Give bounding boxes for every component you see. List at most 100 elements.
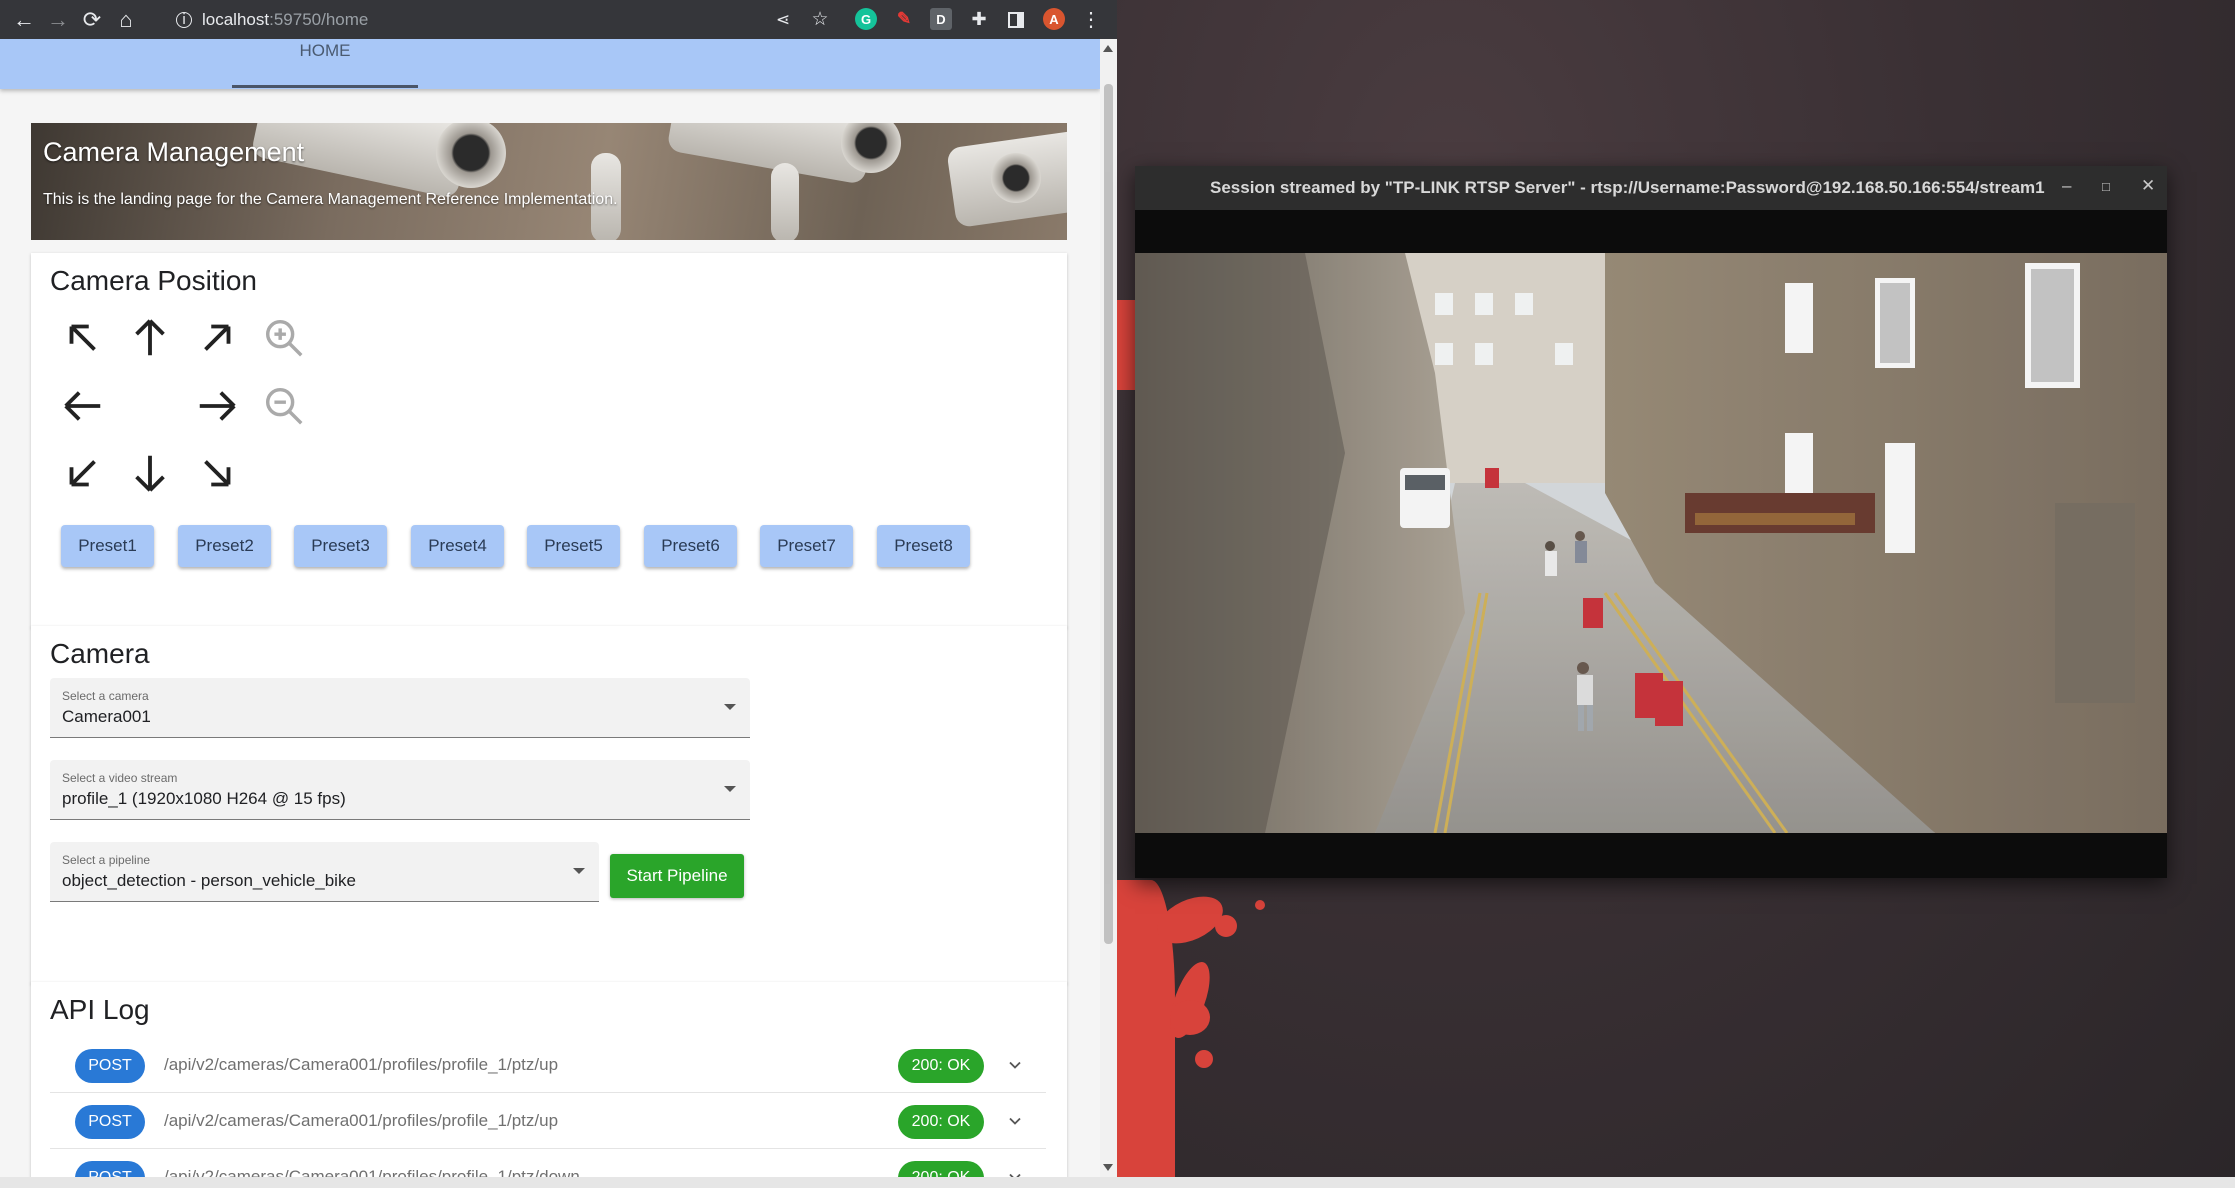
grammarly-icon[interactable]: G bbox=[855, 8, 877, 30]
log-entry[interactable]: POST /api/v2/cameras/Camera001/profiles/… bbox=[50, 1037, 1046, 1093]
camera-select-value: Camera001 bbox=[62, 707, 151, 726]
chevron-down-icon bbox=[573, 868, 585, 874]
log-entry[interactable]: POST /api/v2/cameras/Camera001/profiles/… bbox=[50, 1093, 1046, 1149]
share-icon[interactable]: ⋖ bbox=[766, 3, 800, 37]
pan-up-left-button[interactable] bbox=[58, 313, 108, 363]
pan-down-right-button[interactable] bbox=[192, 448, 242, 498]
browser-toolbar: ← → ⟳ ⌂ i localhost:59750/home ⋖ ☆ G ✎ D… bbox=[0, 0, 1117, 39]
url-path: :59750/home bbox=[269, 9, 369, 29]
active-tab-indicator bbox=[232, 85, 418, 88]
arrow-up-right-icon bbox=[204, 324, 231, 351]
pan-right-button[interactable] bbox=[192, 381, 242, 431]
pan-left-button[interactable] bbox=[58, 381, 108, 431]
street-scene-image bbox=[1135, 253, 2167, 833]
pipeline-select[interactable]: Select a pipeline object_detection - per… bbox=[50, 842, 599, 902]
side-panel-icon[interactable] bbox=[999, 3, 1033, 37]
tilt-up-button[interactable] bbox=[125, 313, 175, 363]
camera-position-title: Camera Position bbox=[50, 265, 257, 296]
expand-chevron-icon[interactable] bbox=[1005, 1111, 1025, 1131]
camera-select-label: Select a camera bbox=[62, 689, 149, 703]
start-pipeline-button[interactable]: Start Pipeline bbox=[610, 854, 744, 898]
camera-title: Camera bbox=[50, 638, 150, 669]
extensions-puzzle-icon[interactable]: ✚ bbox=[962, 3, 996, 37]
preset2-button[interactable]: Preset2 bbox=[178, 525, 271, 567]
arrow-down-right-icon bbox=[204, 460, 231, 487]
preset4-button[interactable]: Preset4 bbox=[411, 525, 504, 567]
status-badge: 200: OK bbox=[898, 1161, 984, 1177]
video-stream-select[interactable]: Select a video stream profile_1 (1920x10… bbox=[50, 760, 750, 820]
method-badge: POST bbox=[75, 1049, 145, 1083]
expand-chevron-icon[interactable] bbox=[1005, 1167, 1025, 1177]
preset8-button[interactable]: Preset8 bbox=[877, 525, 970, 567]
tilt-down-button[interactable] bbox=[125, 448, 175, 498]
arrow-up-icon bbox=[135, 319, 165, 356]
preset5-button[interactable]: Preset5 bbox=[527, 525, 620, 567]
zoom-out-button[interactable] bbox=[259, 381, 309, 431]
taskbar bbox=[0, 1177, 2235, 1188]
api-log-title: API Log bbox=[50, 994, 150, 1025]
preset6-button[interactable]: Preset6 bbox=[644, 525, 737, 567]
pan-down-left-button[interactable] bbox=[58, 448, 108, 498]
expand-chevron-icon[interactable] bbox=[1005, 1055, 1025, 1075]
browser-window: ← → ⟳ ⌂ i localhost:59750/home ⋖ ☆ G ✎ D… bbox=[0, 0, 1117, 1177]
stream-window-titlebar[interactable]: Session streamed by "TP-LINK RTSP Server… bbox=[1135, 166, 2167, 210]
close-icon[interactable]: ✕ bbox=[2141, 176, 2155, 196]
tab-home-label: HOME bbox=[299, 41, 351, 60]
video-stream-select-value: profile_1 (1920x1080 H264 @ 15 fps) bbox=[62, 789, 346, 808]
back-icon[interactable]: ← bbox=[7, 3, 41, 37]
profile-avatar[interactable]: A bbox=[1043, 8, 1065, 30]
address-bar[interactable]: i localhost:59750/home bbox=[162, 4, 862, 35]
pipeline-select-label: Select a pipeline bbox=[62, 853, 151, 867]
log-entry[interactable]: POST /api/v2/cameras/Camera001/profiles/… bbox=[50, 1149, 1046, 1177]
arrow-down-left-icon bbox=[69, 460, 96, 487]
chevron-down-icon bbox=[724, 786, 736, 792]
scroll-down-arrow[interactable] bbox=[1103, 1164, 1113, 1171]
video-stream-window: Session streamed by "TP-LINK RTSP Server… bbox=[1135, 166, 2167, 878]
status-badge: 200: OK bbox=[898, 1049, 984, 1083]
site-info-icon[interactable]: i bbox=[176, 11, 192, 28]
method-badge: POST bbox=[75, 1105, 145, 1139]
chevron-down-icon bbox=[724, 704, 736, 710]
video-stream-select-label: Select a video stream bbox=[62, 771, 178, 785]
stream-window-title: Session streamed by "TP-LINK RTSP Server… bbox=[1210, 178, 2045, 197]
status-badge: 200: OK bbox=[898, 1105, 984, 1139]
camera-select[interactable]: Select a camera Camera001 bbox=[50, 678, 750, 738]
url-host: localhost bbox=[202, 9, 270, 29]
pan-up-right-button[interactable] bbox=[192, 313, 242, 363]
bookmark-star-icon[interactable]: ☆ bbox=[803, 3, 837, 37]
arrow-up-left-icon bbox=[69, 324, 96, 351]
maximize-icon[interactable]: □ bbox=[2102, 179, 2110, 194]
zoom-out-icon bbox=[265, 387, 303, 425]
page-title: Camera Management bbox=[43, 137, 305, 167]
preset7-button[interactable]: Preset7 bbox=[760, 525, 853, 567]
scrollbar-thumb[interactable] bbox=[1104, 84, 1113, 944]
page-scrollbar[interactable] bbox=[1100, 39, 1117, 1177]
pipeline-select-value: object_detection - person_vehicle_bike bbox=[62, 871, 356, 890]
preset3-button[interactable]: Preset3 bbox=[294, 525, 387, 567]
method-badge: POST bbox=[75, 1161, 145, 1177]
log-path: /api/v2/cameras/Camera001/profiles/profi… bbox=[164, 1111, 559, 1130]
arrow-down-icon bbox=[135, 455, 165, 492]
arrow-left-icon bbox=[64, 391, 101, 421]
tab-home[interactable]: HOME bbox=[232, 39, 418, 89]
home-icon[interactable]: ⌂ bbox=[109, 3, 143, 37]
log-path: /api/v2/cameras/Camera001/profiles/profi… bbox=[164, 1167, 580, 1177]
arrow-right-icon bbox=[199, 391, 236, 421]
log-path: /api/v2/cameras/Camera001/profiles/profi… bbox=[164, 1055, 559, 1074]
camera-position-card: Camera Position Preset1 Preset2 Preset3 … bbox=[31, 253, 1067, 628]
zoom-in-icon bbox=[265, 319, 303, 357]
api-log-card: API Log POST /api/v2/cameras/Camera001/p… bbox=[31, 982, 1067, 1177]
preset1-button[interactable]: Preset1 bbox=[61, 525, 154, 567]
browser-menu-icon[interactable]: ⋮ bbox=[1074, 3, 1108, 37]
forward-icon[interactable]: → bbox=[41, 3, 75, 37]
page-content: HOME Camera Management This is the landi… bbox=[0, 39, 1100, 1177]
hero-banner: Camera Management This is the landing pa… bbox=[31, 123, 1067, 240]
reload-icon[interactable]: ⟳ bbox=[75, 3, 109, 37]
camera-card: Camera Select a camera Camera001 Select … bbox=[31, 626, 1067, 984]
zoom-in-button[interactable] bbox=[259, 313, 309, 363]
extension-red-icon[interactable]: ✎ bbox=[893, 8, 915, 30]
extension-d-icon[interactable]: D bbox=[930, 8, 952, 30]
page-subtitle: This is the landing page for the Camera … bbox=[43, 191, 618, 208]
minimize-icon[interactable]: – bbox=[2062, 176, 2071, 196]
scroll-up-arrow[interactable] bbox=[1103, 45, 1113, 52]
